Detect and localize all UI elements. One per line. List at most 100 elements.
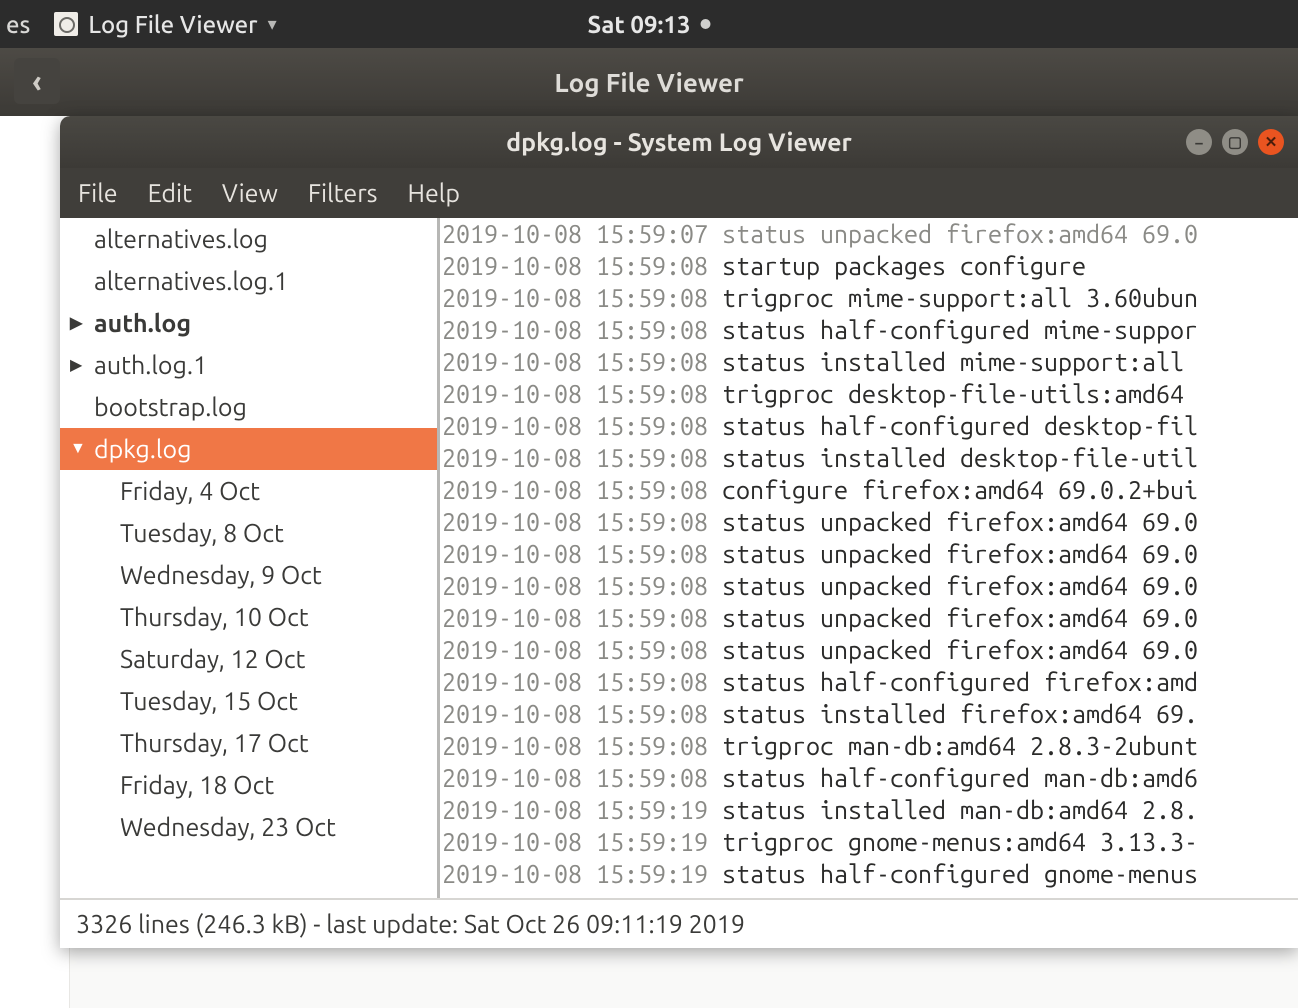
log-line[interactable]: 2019-10-08 15:59:08 status installed des…	[440, 442, 1298, 474]
log-content-pane[interactable]: 2019-10-08 15:59:07 status unpacked fire…	[440, 218, 1298, 898]
tree-child-date[interactable]: Tuesday, 8 Oct	[60, 512, 437, 554]
log-line[interactable]: 2019-10-08 15:59:08 status unpacked fire…	[440, 602, 1298, 634]
tree-item-label: alternatives.log.1	[94, 267, 288, 295]
tree-child-label: Wednesday, 9 Oct	[120, 561, 322, 589]
tree-child-date[interactable]: Wednesday, 9 Oct	[60, 554, 437, 596]
status-bar: 3326 lines (246.3 kB) - last update: Sat…	[60, 898, 1298, 948]
menu-bar: File Edit View Filters Help	[60, 168, 1298, 218]
log-message: status half-configured gnome-menus	[722, 860, 1198, 888]
tree-item-dpkg-log[interactable]: dpkg.log	[60, 428, 437, 470]
log-timestamp: 2019-10-08 15:59:07	[442, 220, 722, 248]
tree-child-date[interactable]: Friday, 4 Oct	[60, 470, 437, 512]
log-line[interactable]: 2019-10-08 15:59:08 status installed fir…	[440, 698, 1298, 730]
menu-filters[interactable]: Filters	[308, 179, 378, 207]
log-timestamp: 2019-10-08 15:59:19	[442, 828, 722, 856]
log-line[interactable]: 2019-10-08 15:59:08 status installed mim…	[440, 346, 1298, 378]
chevron-left-icon: ‹	[32, 64, 41, 98]
log-line[interactable]: 2019-10-08 15:59:08 status half-configur…	[440, 666, 1298, 698]
log-line[interactable]: 2019-10-08 15:59:08 status unpacked fire…	[440, 570, 1298, 602]
log-line[interactable]: 2019-10-08 15:59:08 startup packages con…	[440, 250, 1298, 282]
log-line[interactable]: 2019-10-08 15:59:19 status installed man…	[440, 794, 1298, 826]
log-message: trigproc desktop-file-utils:amd64	[722, 380, 1184, 408]
tree-item-label: auth.log.1	[94, 351, 207, 379]
tree-child-label: Friday, 4 Oct	[120, 477, 260, 505]
log-timestamp: 2019-10-08 15:59:08	[442, 668, 722, 696]
tree-child-label: Thursday, 10 Oct	[120, 603, 309, 631]
log-timestamp: 2019-10-08 15:59:08	[442, 444, 722, 472]
window-titlebar[interactable]: dpkg.log - System Log Viewer – ▢ ✕	[60, 116, 1298, 168]
log-message: trigproc gnome-menus:amd64 3.13.3-	[722, 828, 1198, 856]
log-message: status unpacked firefox:amd64 69.0	[722, 636, 1198, 664]
clock[interactable]: Sat 09:13	[588, 11, 711, 38]
tree-item-bootstrap-log[interactable]: bootstrap.log	[60, 386, 437, 428]
minimize-icon: –	[1195, 134, 1203, 151]
log-line[interactable]: 2019-10-08 15:59:08 status half-configur…	[440, 762, 1298, 794]
tree-item-auth-log[interactable]: auth.log	[60, 302, 437, 344]
log-line[interactable]: 2019-10-08 15:59:08 trigproc man-db:amd6…	[440, 730, 1298, 762]
log-line[interactable]: 2019-10-08 15:59:08 status unpacked fire…	[440, 538, 1298, 570]
log-message: configure firefox:amd64 69.0.2+bui	[722, 476, 1198, 504]
close-icon: ✕	[1265, 133, 1278, 151]
log-line[interactable]: 2019-10-08 15:59:08 status half-configur…	[440, 410, 1298, 442]
tree-child-label: Friday, 18 Oct	[120, 771, 274, 799]
window-body: alternatives.log alternatives.log.1 auth…	[60, 218, 1298, 898]
tree-item-label: alternatives.log	[94, 225, 268, 253]
log-timestamp: 2019-10-08 15:59:08	[442, 284, 722, 312]
log-timestamp: 2019-10-08 15:59:08	[442, 476, 722, 504]
log-timestamp: 2019-10-08 15:59:08	[442, 764, 722, 792]
shell-header-bar: ‹ Log File Viewer	[0, 48, 1298, 116]
log-timestamp: 2019-10-08 15:59:08	[442, 572, 722, 600]
log-timestamp: 2019-10-08 15:59:08	[442, 412, 722, 440]
menu-edit[interactable]: Edit	[148, 179, 192, 207]
clock-label: Sat 09:13	[588, 11, 691, 38]
menu-view[interactable]: View	[222, 179, 278, 207]
log-file-tree[interactable]: alternatives.log alternatives.log.1 auth…	[60, 218, 440, 898]
log-timestamp: 2019-10-08 15:59:08	[442, 540, 722, 568]
minimize-button[interactable]: –	[1186, 129, 1212, 155]
menu-help[interactable]: Help	[408, 179, 460, 207]
tree-child-label: Tuesday, 15 Oct	[120, 687, 298, 715]
log-timestamp: 2019-10-08 15:59:08	[442, 316, 722, 344]
log-message: status half-configured man-db:amd6	[722, 764, 1198, 792]
log-line[interactable]: 2019-10-08 15:59:08 status unpacked fire…	[440, 506, 1298, 538]
status-text: 3326 lines (246.3 kB) - last update: Sat…	[76, 910, 745, 938]
log-line[interactable]: 2019-10-08 15:59:19 status half-configur…	[440, 858, 1298, 890]
log-timestamp: 2019-10-08 15:59:08	[442, 636, 722, 664]
tree-child-date[interactable]: Tuesday, 15 Oct	[60, 680, 437, 722]
window-controls: – ▢ ✕	[1186, 129, 1284, 155]
gnome-top-bar: es Log File Viewer ▾ Sat 09:13	[0, 0, 1298, 48]
log-message: trigproc man-db:amd64 2.8.3-2ubunt	[722, 732, 1198, 760]
tree-item-label: dpkg.log	[94, 435, 191, 463]
tree-child-date[interactable]: Friday, 18 Oct	[60, 764, 437, 806]
tree-item-alternatives-log[interactable]: alternatives.log	[60, 218, 437, 260]
app-menu-label: Log File Viewer	[88, 11, 257, 38]
tree-child-label: Tuesday, 8 Oct	[120, 519, 284, 547]
log-message: startup packages configure	[722, 252, 1086, 280]
log-message: status unpacked firefox:amd64 69.0	[722, 540, 1198, 568]
log-timestamp: 2019-10-08 15:59:08	[442, 348, 722, 376]
maximize-icon: ▢	[1228, 133, 1242, 151]
tree-child-date[interactable]: Wednesday, 23 Oct	[60, 806, 437, 848]
log-message: status unpacked firefox:amd64 69.0	[722, 508, 1198, 536]
log-line[interactable]: 2019-10-08 15:59:08 trigproc desktop-fil…	[440, 378, 1298, 410]
maximize-button[interactable]: ▢	[1222, 129, 1248, 155]
app-menu[interactable]: Log File Viewer ▾	[48, 11, 282, 38]
chevron-down-icon: ▾	[268, 14, 277, 35]
back-button[interactable]: ‹	[14, 58, 60, 104]
log-line[interactable]: 2019-10-08 15:59:08 trigproc mime-suppor…	[440, 282, 1298, 314]
tree-item-alternatives-log-1[interactable]: alternatives.log.1	[60, 260, 437, 302]
log-line[interactable]: 2019-10-08 15:59:07 status unpacked fire…	[440, 218, 1298, 250]
log-line[interactable]: 2019-10-08 15:59:08 configure firefox:am…	[440, 474, 1298, 506]
close-button[interactable]: ✕	[1258, 129, 1284, 155]
tree-child-date[interactable]: Thursday, 10 Oct	[60, 596, 437, 638]
log-line[interactable]: 2019-10-08 15:59:08 status unpacked fire…	[440, 634, 1298, 666]
log-line[interactable]: 2019-10-08 15:59:08 status half-configur…	[440, 314, 1298, 346]
log-line[interactable]: 2019-10-08 15:59:19 trigproc gnome-menus…	[440, 826, 1298, 858]
tree-item-label: bootstrap.log	[94, 393, 247, 421]
log-message: status unpacked firefox:amd64 69.0	[722, 604, 1198, 632]
tree-child-date[interactable]: Thursday, 17 Oct	[60, 722, 437, 764]
tree-item-auth-log-1[interactable]: auth.log.1	[60, 344, 437, 386]
menu-file[interactable]: File	[78, 179, 118, 207]
tree-child-date[interactable]: Saturday, 12 Oct	[60, 638, 437, 680]
top-bar-left-fragment: es	[0, 11, 48, 38]
